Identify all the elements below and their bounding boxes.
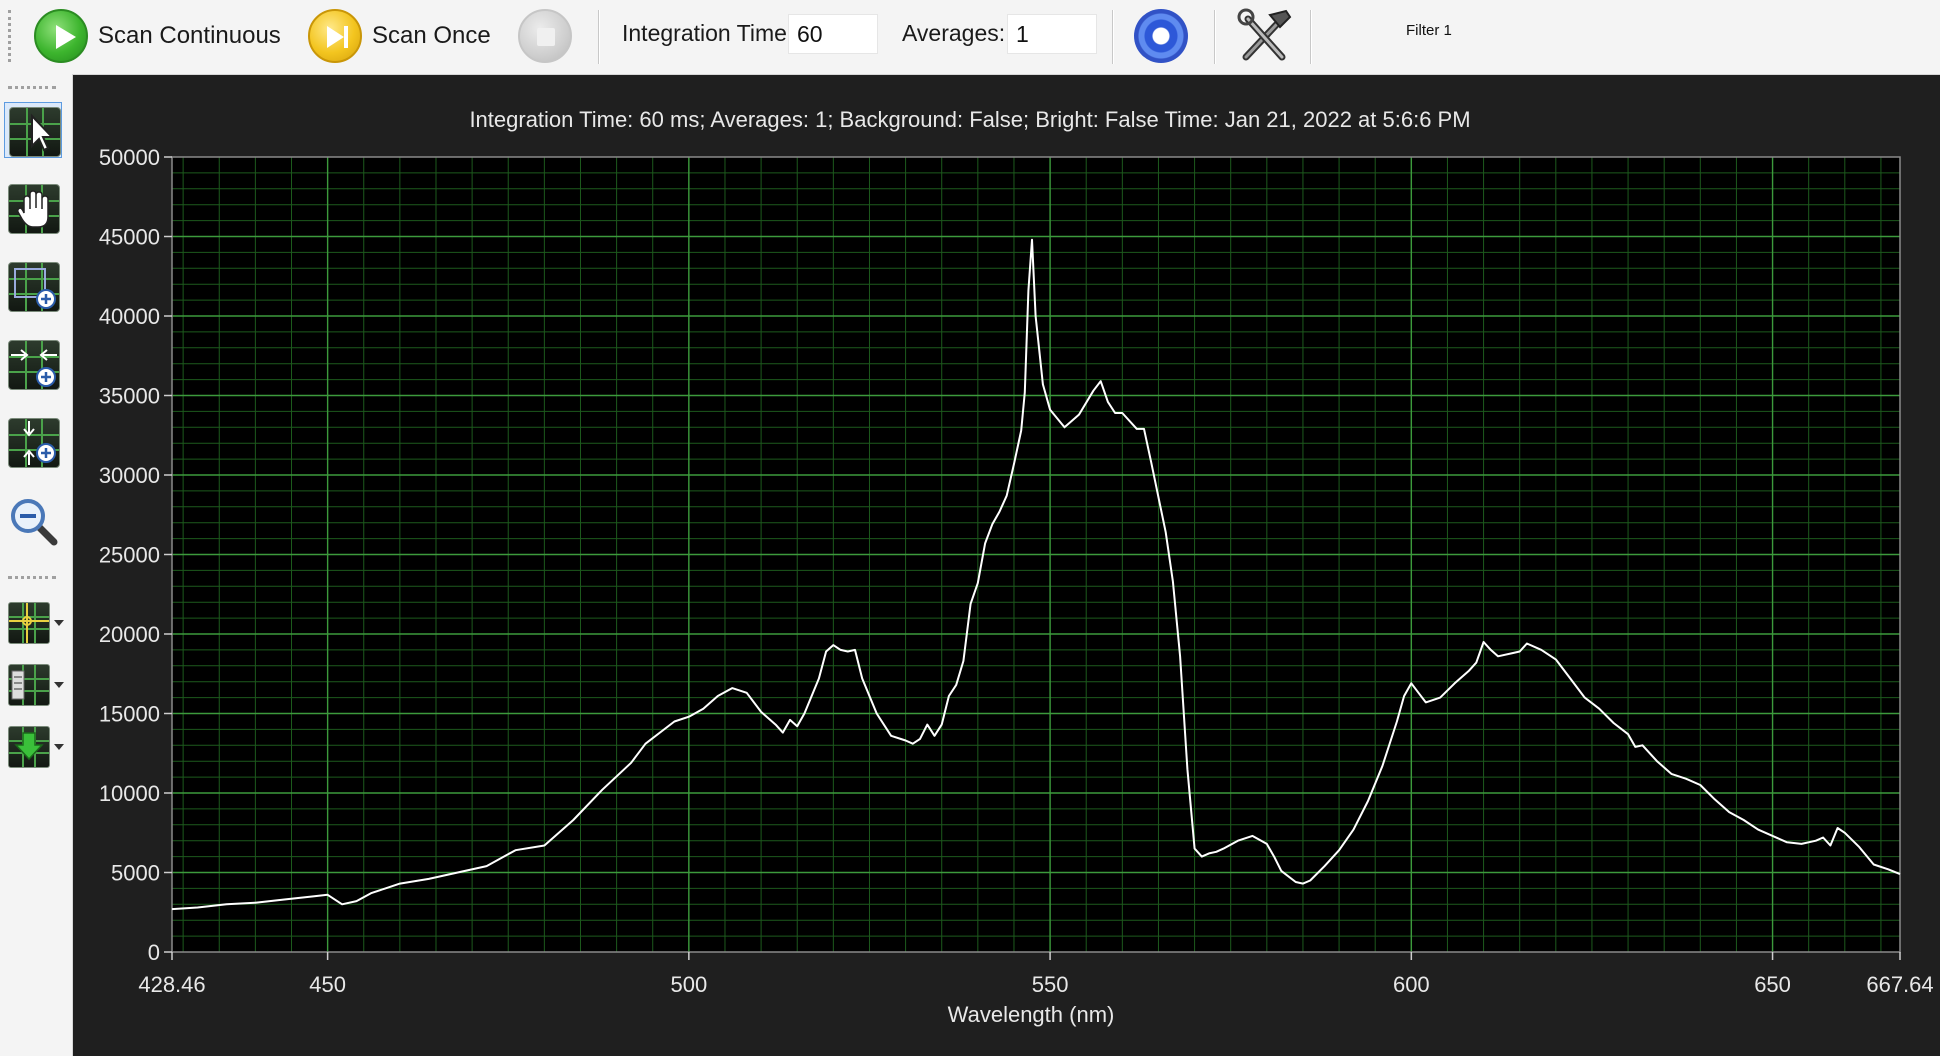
chart-series — [171, 238, 1901, 911]
y-tick-label: 35000 — [99, 384, 160, 409]
main-toolbar: Scan Continuous Scan Once Integration Ti… — [0, 0, 1940, 75]
toolbar-grip[interactable] — [8, 10, 15, 62]
spectrum-line — [171, 238, 1901, 911]
y-tick-label: 25000 — [99, 543, 160, 568]
x-tick-label: 450 — [309, 972, 346, 997]
export-dropdown[interactable] — [4, 718, 64, 774]
x-tick-label: 600 — [1393, 972, 1430, 997]
y-tick-label: 5000 — [111, 861, 160, 886]
integration-time-label: Integration Time: — [622, 20, 794, 46]
toolbar-separator — [598, 10, 600, 64]
chevron-down-icon — [54, 682, 64, 688]
plot-border — [171, 156, 1901, 953]
sidebar-grip[interactable] — [8, 86, 56, 92]
zoom-out-icon — [11, 499, 58, 546]
major-gridlines — [172, 157, 1900, 952]
legend-icon — [8, 664, 50, 706]
sidebar-separator — [8, 576, 56, 582]
toolbar-separator — [1112, 10, 1114, 64]
cursor-tool-dropdown[interactable] — [4, 594, 64, 650]
y-axis-ticks: 0 5000 10000 15000 20000 25000 30000 35000 40000… — [99, 145, 172, 965]
spectrum-chart[interactable]: 0 5000 10000 15000 20000 25000 30000 35000 40000… — [0, 0, 1940, 1056]
zoom-box-button[interactable] — [4, 258, 62, 314]
x-axis-label: Wavelength (nm) — [948, 1002, 1115, 1027]
record-button[interactable] — [1134, 8, 1188, 64]
chevron-down-icon — [54, 620, 64, 626]
y-tick-label: 40000 — [99, 304, 160, 329]
y-tick-label: 30000 — [99, 463, 160, 488]
scan-once-icon — [308, 9, 362, 63]
tools-icon — [1237, 8, 1292, 61]
averages-input[interactable]: 1 — [1007, 14, 1097, 54]
zoom-horizontal-button[interactable] — [4, 336, 62, 392]
integration-time-input[interactable]: 60 — [788, 14, 878, 54]
chart-title: Integration Time: 60 ms; Averages: 1; Ba… — [469, 107, 1471, 132]
y-tick-label: 45000 — [99, 225, 160, 250]
x-tick-label: 550 — [1032, 972, 1069, 997]
y-tick-label: 10000 — [99, 781, 160, 806]
chart-tools-sidebar — [0, 74, 73, 1056]
toolbar-separator — [1214, 10, 1216, 64]
zoom-horizontal-icon — [8, 340, 60, 390]
zoom-box-icon — [8, 262, 60, 312]
target-icon — [1134, 9, 1188, 63]
x-axis-ticks: 428.46 450 500 550 600 650 667.64 — [138, 952, 1934, 997]
filter-label: Filter 1 — [1406, 22, 1452, 39]
y-tick-label: 50000 — [99, 145, 160, 170]
plot-area[interactable] — [172, 157, 1900, 952]
x-tick-label: 650 — [1754, 972, 1791, 997]
y-tick-label: 15000 — [99, 702, 160, 727]
scan-once-button[interactable]: Scan Once — [308, 8, 491, 64]
zoom-out-button[interactable] — [4, 492, 62, 548]
x-tick-label: 667.64 — [1866, 972, 1933, 997]
x-tick-label: 500 — [670, 972, 707, 997]
zoom-vertical-icon — [8, 418, 60, 468]
y-tick-label: 20000 — [99, 622, 160, 647]
y-tick-label: 0 — [148, 940, 160, 965]
chart-axes — [171, 156, 1901, 953]
zoom-vertical-button[interactable] — [4, 414, 62, 470]
scan-continuous-label: Scan Continuous — [98, 22, 281, 49]
minor-gridlines — [172, 157, 1900, 952]
plot-background[interactable] — [172, 157, 1900, 952]
stop-button[interactable] — [518, 8, 572, 64]
chevron-down-icon — [54, 744, 64, 750]
scan-continuous-button[interactable]: Scan Continuous — [34, 8, 281, 64]
averages-label: Averages: — [902, 20, 1006, 46]
legend-tool-dropdown[interactable] — [4, 656, 64, 712]
download-icon — [8, 726, 50, 768]
x-tick-label: 428.46 — [138, 972, 205, 997]
scan-once-label: Scan Once — [372, 22, 491, 49]
toolbar-separator — [1310, 10, 1312, 64]
hand-pan-icon — [8, 184, 60, 234]
settings-tools-button[interactable] — [1236, 8, 1294, 64]
stop-icon — [518, 9, 572, 63]
cursor-icon — [8, 602, 50, 644]
pan-tool-button[interactable] — [4, 180, 62, 236]
play-icon — [34, 9, 88, 63]
